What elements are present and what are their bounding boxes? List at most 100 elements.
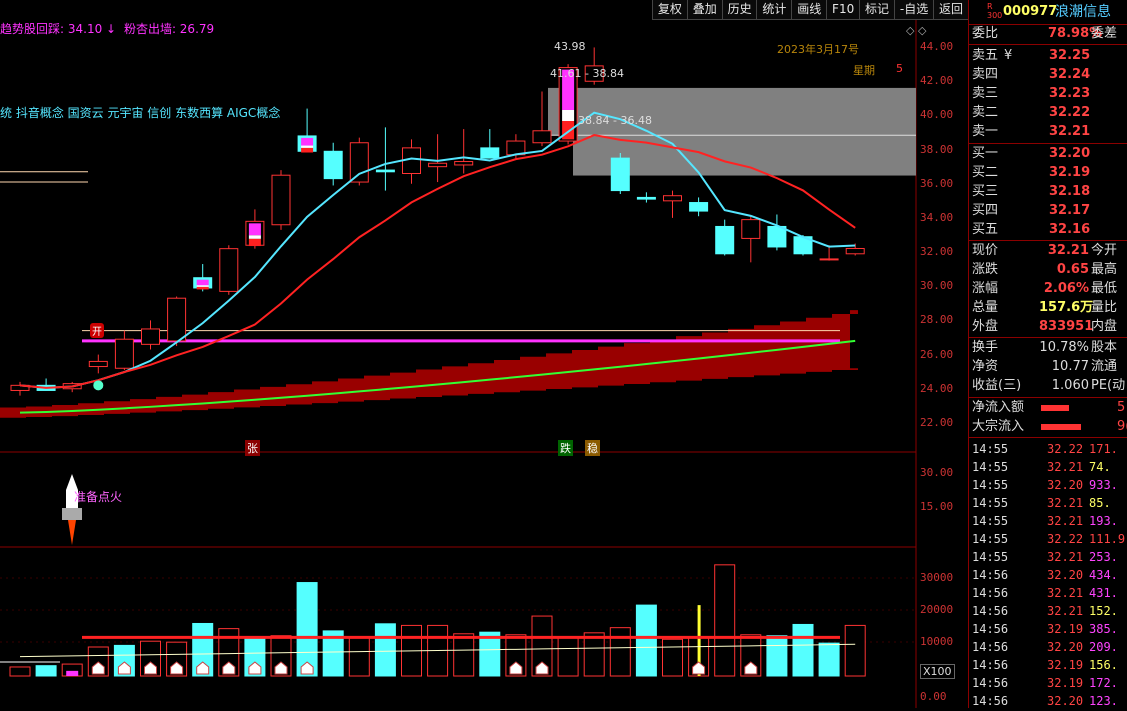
- indicator-legend: 趋势股回踩: 34.10 ↓ 粉杏出墙: 26.79: [0, 20, 214, 37]
- candle-body: [88, 360, 108, 368]
- quote-label2: 量比: [1091, 300, 1118, 315]
- tick-row: 14:55 32.22 171.: [969, 440, 1127, 458]
- tick-row: 14:56 32.19 156.: [969, 656, 1127, 674]
- toolbar-button-4[interactable]: 画线: [791, 0, 826, 19]
- yen-mark-icon: ¥: [1004, 48, 1013, 63]
- stat-value: 10.77: [1051, 359, 1089, 374]
- tick-volume: 111.9: [1089, 532, 1126, 546]
- stock-code: 000977: [1003, 4, 1058, 19]
- tick-volume: 209.: [1089, 640, 1118, 654]
- volume-bar: [453, 633, 475, 677]
- tick-time: 14:55: [972, 496, 1009, 510]
- volume-multiplier[interactable]: X100: [920, 664, 955, 679]
- toolbar-button-1[interactable]: 叠加: [686, 0, 722, 19]
- tick-price: 32.20: [1047, 568, 1084, 582]
- tick-volume: 171.: [1089, 442, 1118, 456]
- indicator-trend-pullback: 趋势股回踩: 34.10: [0, 22, 103, 36]
- volume-tick: 0.00: [920, 690, 947, 703]
- tick-time: 14:55: [972, 532, 1009, 546]
- quote-value: 833951: [1039, 319, 1094, 334]
- tick-time: 14:56: [972, 604, 1009, 618]
- limit-up-marker-white: [196, 285, 209, 287]
- tick-price: 32.21: [1047, 460, 1084, 474]
- candle-body: [428, 162, 448, 168]
- bid-price: 32.19: [1049, 165, 1091, 180]
- settings-diamond-icon[interactable]: ◇ ◇: [906, 24, 926, 37]
- tick-row: 14:56 32.21 152.: [969, 602, 1127, 620]
- stock-tag: R 300: [987, 2, 1003, 20]
- volume-bar: [609, 627, 631, 677]
- toolbar-button-3[interactable]: 统计: [756, 0, 791, 19]
- tick-volume: 385.: [1089, 622, 1118, 636]
- candle-body: [480, 147, 500, 159]
- ask-price: 32.23: [1049, 86, 1091, 101]
- candle-body: [167, 297, 187, 342]
- tick-time: 14:55: [972, 514, 1009, 528]
- price-tick: 44.00: [920, 40, 954, 54]
- quote-row: 外盘 833951 内盘: [969, 318, 1127, 336]
- ask-row: 卖四 32.24: [969, 66, 1127, 84]
- bid-price: 32.16: [1049, 222, 1091, 237]
- bid-row: 买五 32.16: [969, 221, 1127, 239]
- weekday-label: 星期: [853, 64, 875, 77]
- tick-price: 32.22: [1047, 442, 1084, 456]
- toolbar-button-0[interactable]: 复权: [652, 0, 687, 19]
- quote-label: 现价: [972, 243, 999, 258]
- tick-volume: 172.: [1089, 676, 1118, 690]
- tick-price: 32.21: [1047, 514, 1084, 528]
- toolbar-button-7[interactable]: -自选: [893, 0, 933, 19]
- ask-price: 32.24: [1049, 67, 1091, 82]
- bid-label: 买三: [972, 184, 999, 199]
- ask-price: 32.25: [1049, 48, 1091, 63]
- tag-zhang: 张: [245, 440, 260, 456]
- limit-up-marker-white: [248, 235, 261, 239]
- resistance-box-1: [548, 87, 916, 136]
- tick-volume: 123.: [1089, 694, 1118, 708]
- bid-label: 买一: [972, 146, 999, 161]
- candle-body: [636, 196, 656, 200]
- tick-volume: 85.: [1089, 496, 1111, 510]
- toolbar-button-2[interactable]: 历史: [721, 0, 757, 19]
- candle-body: [141, 328, 160, 345]
- volume-bar: [635, 604, 657, 677]
- candle-body: [375, 169, 395, 173]
- stock-header[interactable]: R 300 000977 浪潮信息: [969, 2, 1127, 22]
- flow-row: 净流入额 5: [969, 399, 1127, 417]
- tick-price: 32.21: [1047, 550, 1084, 564]
- tick-price: 32.20: [1047, 478, 1084, 492]
- tick-time: 14:55: [972, 478, 1009, 492]
- tick-volume: 431.: [1089, 586, 1118, 600]
- tick-volume: 152.: [1089, 604, 1118, 618]
- tick-row: 14:55 32.21 253.: [969, 548, 1127, 566]
- bid-price: 32.20: [1049, 146, 1091, 161]
- flow-value: 5: [1117, 400, 1126, 415]
- stat-label: 收益(三): [972, 378, 1022, 393]
- bid-label: 买五: [972, 222, 999, 237]
- candle-body: [663, 195, 682, 202]
- rocket-text: 准备点火: [74, 490, 123, 504]
- quote-value: 32.21: [1047, 243, 1089, 258]
- bid-price: 32.17: [1049, 203, 1091, 218]
- tick-price: 32.20: [1047, 640, 1084, 654]
- candle-body: [219, 248, 239, 292]
- tick-row: 14:56 32.20 434.: [969, 566, 1127, 584]
- candle-body: [819, 258, 839, 261]
- stat-label: 换手: [972, 340, 999, 355]
- tick-volume: 193.: [1089, 514, 1118, 528]
- toolbar-button-5[interactable]: F10: [826, 0, 859, 19]
- quote-label: 涨幅: [972, 281, 999, 296]
- limit-up-marker-white: [562, 109, 575, 122]
- toolbar-button-6[interactable]: 标记: [859, 0, 894, 19]
- limit-up-marker-red: [562, 121, 575, 140]
- price-tick: 40.00: [920, 108, 954, 122]
- indicator-tick: 15.00: [920, 500, 954, 513]
- weibi-row: 委比 78.98% 委差: [972, 26, 1118, 41]
- tick-price: 32.21: [1047, 604, 1084, 618]
- tag-kai: 开: [90, 323, 104, 338]
- bid-label: 买二: [972, 165, 999, 180]
- rocket-flame: [68, 520, 76, 545]
- price-tick: 22.00: [920, 415, 954, 429]
- toolbar-button-8[interactable]: 返回: [933, 0, 968, 19]
- bid-row: 买二 32.19: [969, 164, 1127, 182]
- ask-label: 卖一: [972, 124, 999, 139]
